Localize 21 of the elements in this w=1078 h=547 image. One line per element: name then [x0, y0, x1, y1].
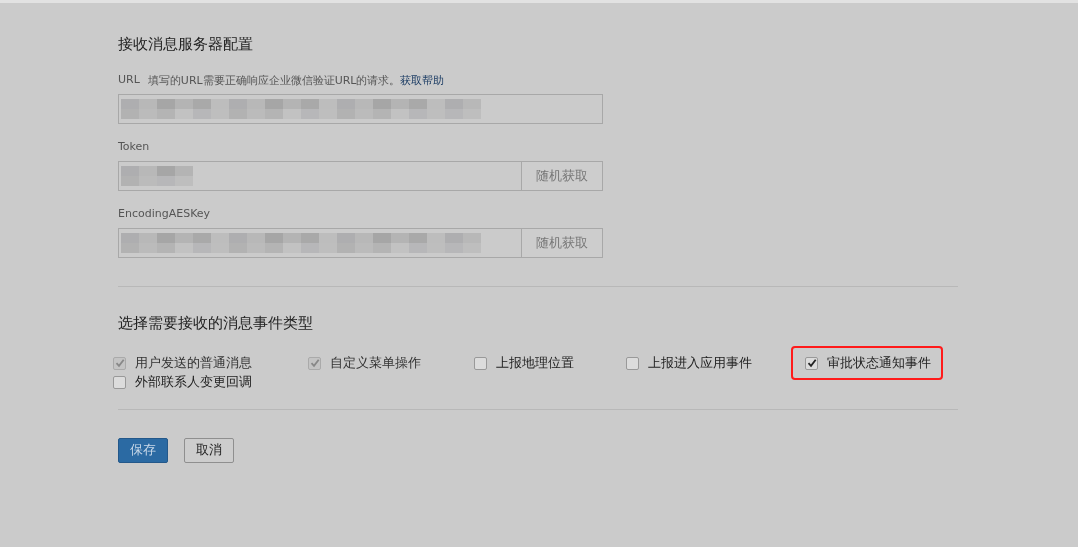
event-option[interactable]: 上报地理位置	[474, 352, 574, 374]
field-label: URL	[118, 73, 140, 87]
section-title: 选择需要接收的消息事件类型	[118, 314, 314, 334]
field-label: EncodingAESKey	[118, 207, 211, 221]
input-field[interactable]	[118, 161, 522, 191]
section-title: 接收消息服务器配置	[118, 35, 254, 55]
help-link[interactable]: 获取帮助	[400, 73, 445, 87]
event-option[interactable]: 外部联系人变更回调	[113, 372, 252, 393]
checkbox[interactable]	[474, 356, 487, 370]
save-button[interactable]: 保存	[118, 438, 168, 463]
highlighted-option[interactable]: 审批状态通知事件	[793, 348, 941, 378]
field-label: Token	[118, 140, 150, 154]
checkbox[interactable]	[805, 356, 818, 370]
cancel-button[interactable]: 取消	[184, 438, 234, 463]
event-option[interactable]: 上报进入应用事件	[626, 352, 752, 374]
checkbox[interactable]	[626, 356, 639, 370]
input-field[interactable]	[118, 94, 603, 124]
input-field[interactable]	[118, 228, 522, 258]
field-hint: 填写的URL需要正确响应企业微信验证URL的请求。	[147, 73, 401, 87]
redacted-value-drawing	[121, 165, 193, 187]
checkbox[interactable]	[113, 376, 126, 389]
